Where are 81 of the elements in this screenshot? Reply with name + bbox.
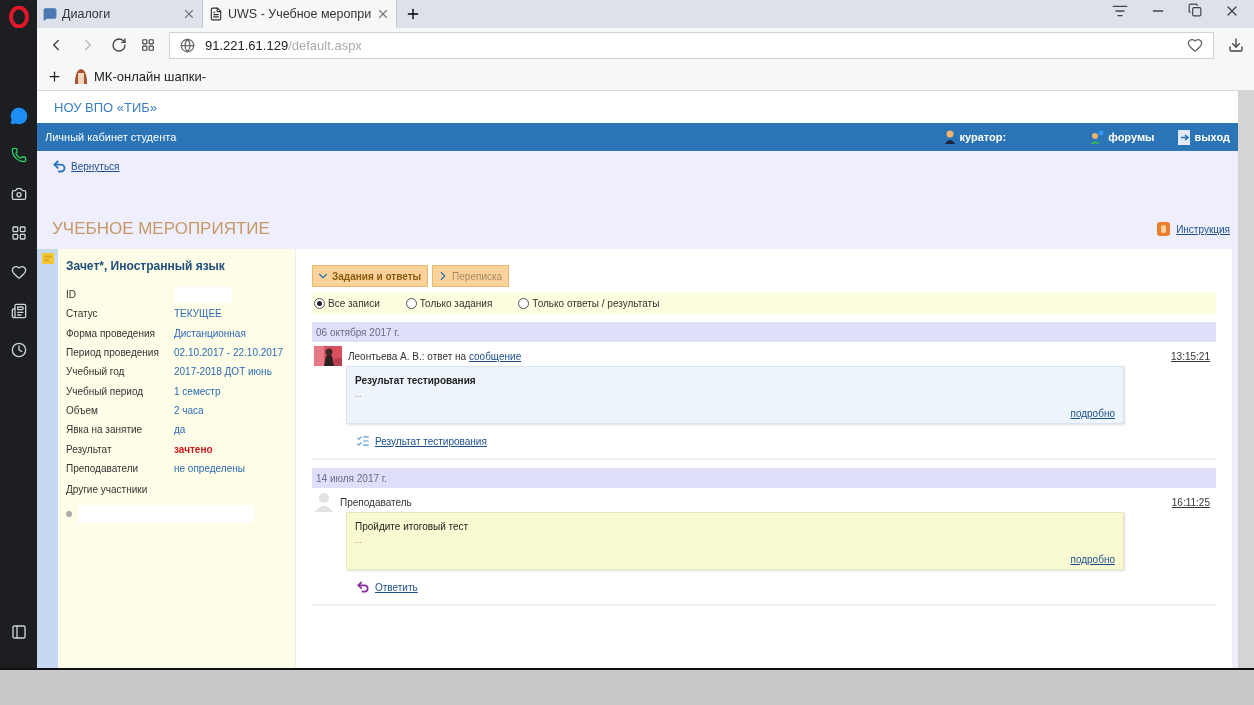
browser-tab[interactable]: UWS - Учебное меропри xyxy=(203,0,398,28)
message-author: Преподаватель xyxy=(340,496,413,508)
bookmark[interactable]: МК-онлайн шапки- xyxy=(74,68,206,84)
message-excerpt: ... xyxy=(355,390,363,399)
chat-icon xyxy=(43,7,57,21)
document-icon xyxy=(209,7,223,21)
filter-radio[interactable]: Только задания xyxy=(405,297,493,309)
date-header: 14 июля 2017 г. xyxy=(312,468,1216,488)
address-field[interactable]: 91.221.61.129/default.aspx xyxy=(169,31,1214,59)
field-value: 2 часа xyxy=(174,404,204,416)
globe-icon xyxy=(180,37,195,53)
field-label: Преподаватели xyxy=(66,462,140,474)
field-label: Статус xyxy=(66,308,99,320)
field-value: 1 семестр xyxy=(174,385,221,397)
field-value: ТЕКУЩЕЕ xyxy=(174,308,222,320)
header-link[interactable]: выход xyxy=(1178,129,1230,145)
details-link[interactable]: подробно xyxy=(1070,554,1115,565)
field-value: Дистанционная xyxy=(174,327,246,339)
action-label: Ответить xyxy=(375,581,418,593)
note-icon xyxy=(41,253,54,264)
view-tab[interactable]: Задания и ответы xyxy=(312,265,429,287)
message-time[interactable]: 16:11:25 xyxy=(1171,496,1210,508)
bookmark-favicon-icon xyxy=(74,68,88,84)
heart-icon[interactable] xyxy=(1187,37,1203,53)
date-header: 06 октября 2017 г. xyxy=(312,322,1216,342)
filter-radio[interactable]: Все записи xyxy=(314,297,380,309)
field-value: зачтено xyxy=(174,443,213,455)
header-link[interactable]: форумы xyxy=(1090,130,1155,144)
header-link-label: куратор: xyxy=(959,131,1007,143)
details-link[interactable]: подробно xyxy=(1070,408,1115,419)
filter-radio[interactable]: Только ответы / результаты xyxy=(518,297,660,309)
people-icon xyxy=(1090,130,1105,144)
site-name[interactable]: НОУ ВПО «ТИБ» xyxy=(54,99,158,115)
header-link-label: выход xyxy=(1194,131,1230,143)
message-title: Результат тестирования xyxy=(355,375,477,386)
back-link-label: Вернуться xyxy=(71,161,120,172)
field-value: 2017-2018 ДОТ июнь xyxy=(174,366,272,378)
close-icon[interactable] xyxy=(182,7,196,21)
message-excerpt: ... xyxy=(355,536,363,545)
message-title: Пройдите итоговый тест xyxy=(355,521,470,532)
course-title: Зачет*, Иностранный язык xyxy=(66,259,226,273)
field-value: да xyxy=(174,424,186,436)
message-time[interactable]: 13:15:21 xyxy=(1171,350,1210,362)
attachment-link[interactable]: Результат тестирования xyxy=(356,434,487,448)
instruction-label: Инструкция xyxy=(1176,223,1230,235)
reply-link[interactable]: Ответить xyxy=(356,580,418,594)
field-label: Учебный период xyxy=(66,385,145,397)
tab-menu-icon[interactable] xyxy=(1112,3,1128,19)
field-value: 02.10.2017 - 22.10.2017 xyxy=(174,347,283,359)
cabinet-title: Личный кабинет студента xyxy=(45,131,178,143)
reload-icon[interactable] xyxy=(111,37,127,53)
field-label: Форма проведения xyxy=(66,327,156,339)
grid-icon[interactable] xyxy=(141,38,155,52)
field-label: Результат xyxy=(66,443,113,455)
person-icon xyxy=(945,130,956,144)
exit-icon xyxy=(1178,129,1191,145)
messenger-icon[interactable] xyxy=(8,106,29,126)
field-label: Период проведения xyxy=(66,347,160,359)
instruction-link[interactable]: Инструкция xyxy=(1157,222,1230,236)
add-bookmark-icon[interactable] xyxy=(47,68,62,84)
participants-label: Другие участники xyxy=(66,483,149,495)
checklist-icon xyxy=(356,434,370,448)
bullet-icon xyxy=(66,510,72,517)
message-link[interactable]: сообщение xyxy=(468,350,522,362)
back-arrow-icon xyxy=(52,159,67,174)
field-label: Учебный год xyxy=(66,366,126,378)
message-author: Леонтьева А. В.: ответ на сообщение xyxy=(348,350,523,362)
field-label: Объем xyxy=(66,404,99,416)
field-value: не определены xyxy=(174,462,245,474)
back-link[interactable]: Вернуться xyxy=(52,159,120,174)
header-link[interactable]: куратор: xyxy=(945,130,1007,144)
field-label: Явка на занятие xyxy=(66,424,144,436)
browser-logo-icon[interactable] xyxy=(8,6,29,28)
download-icon[interactable] xyxy=(1228,37,1244,53)
scrollbar[interactable] xyxy=(1238,91,1254,668)
restore-icon[interactable] xyxy=(1188,3,1202,17)
header-link-label: форумы xyxy=(1108,131,1155,143)
reply-icon xyxy=(356,580,370,594)
field-label: ID xyxy=(66,289,77,301)
page-title: УЧЕБНОЕ МЕРОПРИЯТИЕ xyxy=(52,219,271,239)
action-label: Результат тестирования xyxy=(375,435,487,447)
